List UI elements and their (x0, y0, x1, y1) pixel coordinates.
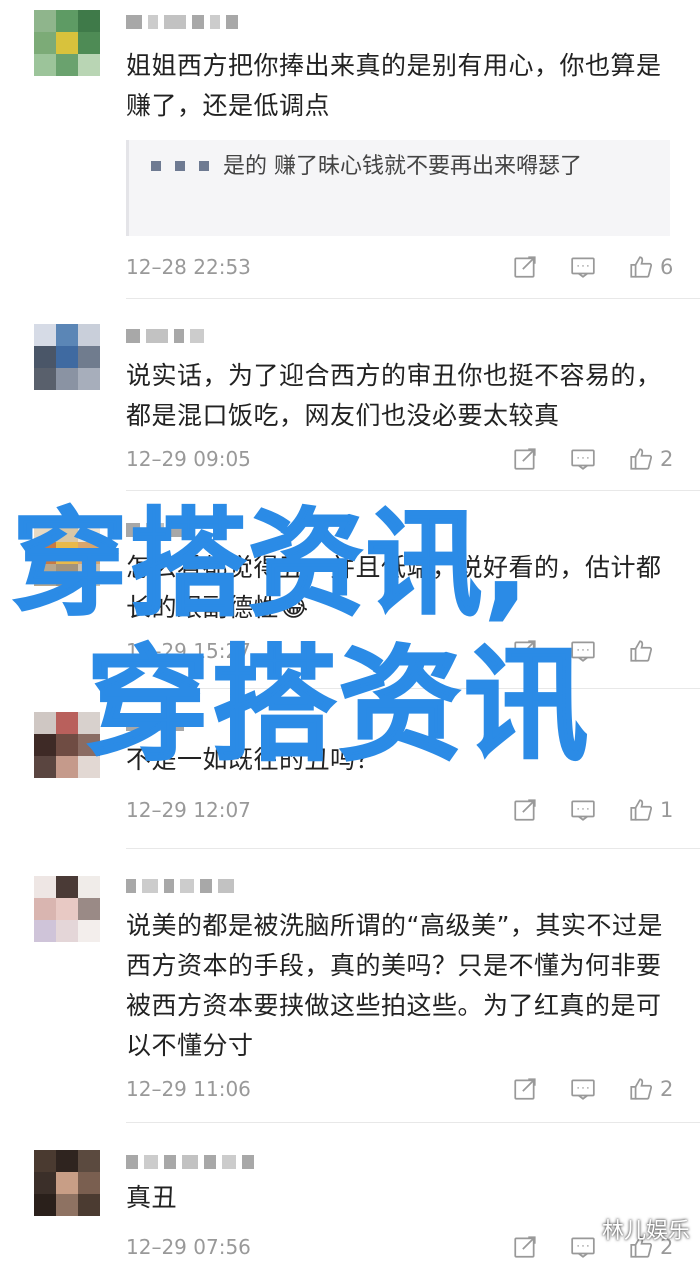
like-button[interactable]: 2 (628, 446, 674, 472)
timestamp: 12–28 22:53 (126, 255, 251, 279)
avatar[interactable] (34, 876, 100, 942)
divider (126, 848, 700, 849)
share-icon (514, 256, 536, 278)
timestamp: 12–29 09:05 (126, 447, 251, 471)
like-button[interactable] (628, 638, 674, 664)
like-count: 2 (660, 1077, 674, 1101)
reply-button[interactable] (570, 446, 596, 472)
comment-meta: 12–29 11:06 2 (126, 1072, 674, 1106)
thumbs-up-icon (630, 256, 653, 278)
timestamp: 12–29 11:06 (126, 1077, 251, 1101)
quote-text: 是的 赚了昧心钱就不要再出来嘚瑟了 (223, 154, 582, 179)
quoted-reply: 是的 赚了昧心钱就不要再出来嘚瑟了 (126, 140, 670, 236)
comment-meta: 12–29 07:56 2 (126, 1230, 674, 1264)
avatar[interactable] (34, 324, 100, 390)
timestamp: 12–29 07:56 (126, 1235, 251, 1259)
reply-icon (571, 257, 595, 278)
like-button[interactable]: 1 (628, 797, 674, 823)
avatar[interactable] (34, 1150, 100, 1216)
avatar[interactable] (34, 10, 100, 76)
share-icon (514, 799, 536, 821)
overlay-title-line-1: 穿搭资讯, (11, 497, 531, 632)
overlay-title-line-2: 穿搭资讯 (85, 634, 591, 778)
share-button[interactable] (512, 254, 538, 280)
reply-button[interactable] (570, 254, 596, 280)
comment-text: 姐姐西方把你捧出来真的是别有用心，你也算是赚了，还是低调点 (126, 51, 662, 120)
watermark: 林儿娱乐 (601, 1219, 690, 1244)
share-button[interactable] (512, 446, 538, 472)
divider (126, 490, 700, 491)
reply-icon (571, 449, 595, 470)
like-button[interactable]: 2 (628, 1076, 674, 1102)
comment-meta: 12–29 09:05 2 (126, 442, 674, 476)
comment-meta: 12–29 12:07 1 (126, 793, 674, 827)
reply-button[interactable] (570, 1234, 596, 1260)
redacted-mark (151, 160, 161, 171)
share-button[interactable] (512, 1234, 538, 1260)
comment-meta: 12–28 22:53 6 (126, 250, 674, 284)
like-count: 1 (660, 798, 674, 822)
divider (126, 1122, 700, 1123)
comment-text: 真丑 (126, 1183, 178, 1212)
comment-text: 说美的都是被洗脑所谓的“高级美”，其实不过是西方资本的手段，真的美吗？只是不懂为… (126, 911, 663, 1060)
like-count: 2 (660, 447, 674, 471)
like-count: 6 (660, 255, 674, 279)
share-icon (514, 448, 536, 470)
redacted-mark (199, 160, 209, 171)
thumbs-up-icon (630, 640, 653, 662)
username-redacted[interactable] (126, 326, 204, 346)
redacted-mark (175, 160, 185, 171)
reply-icon (571, 1237, 595, 1258)
reply-icon (571, 800, 595, 821)
username-redacted[interactable] (126, 876, 234, 896)
reply-button[interactable] (570, 1076, 596, 1102)
username-redacted[interactable] (126, 1152, 254, 1172)
username-redacted[interactable] (126, 12, 238, 32)
reply-button[interactable] (570, 797, 596, 823)
share-icon (514, 1236, 536, 1258)
share-button[interactable] (512, 1076, 538, 1102)
share-button[interactable] (512, 797, 538, 823)
thumbs-up-icon (630, 799, 653, 821)
comment-text: 说实话，为了迎合西方的审丑你也挺不容易的，都是混口饭吃，网友们也没必要太较真 (126, 361, 662, 430)
thumbs-up-icon (630, 448, 653, 470)
like-button[interactable]: 6 (628, 254, 674, 280)
divider (126, 298, 700, 299)
thumbs-up-icon (630, 1078, 653, 1100)
reply-icon (571, 1079, 595, 1100)
share-icon (514, 1078, 536, 1100)
timestamp: 12–29 12:07 (126, 798, 251, 822)
